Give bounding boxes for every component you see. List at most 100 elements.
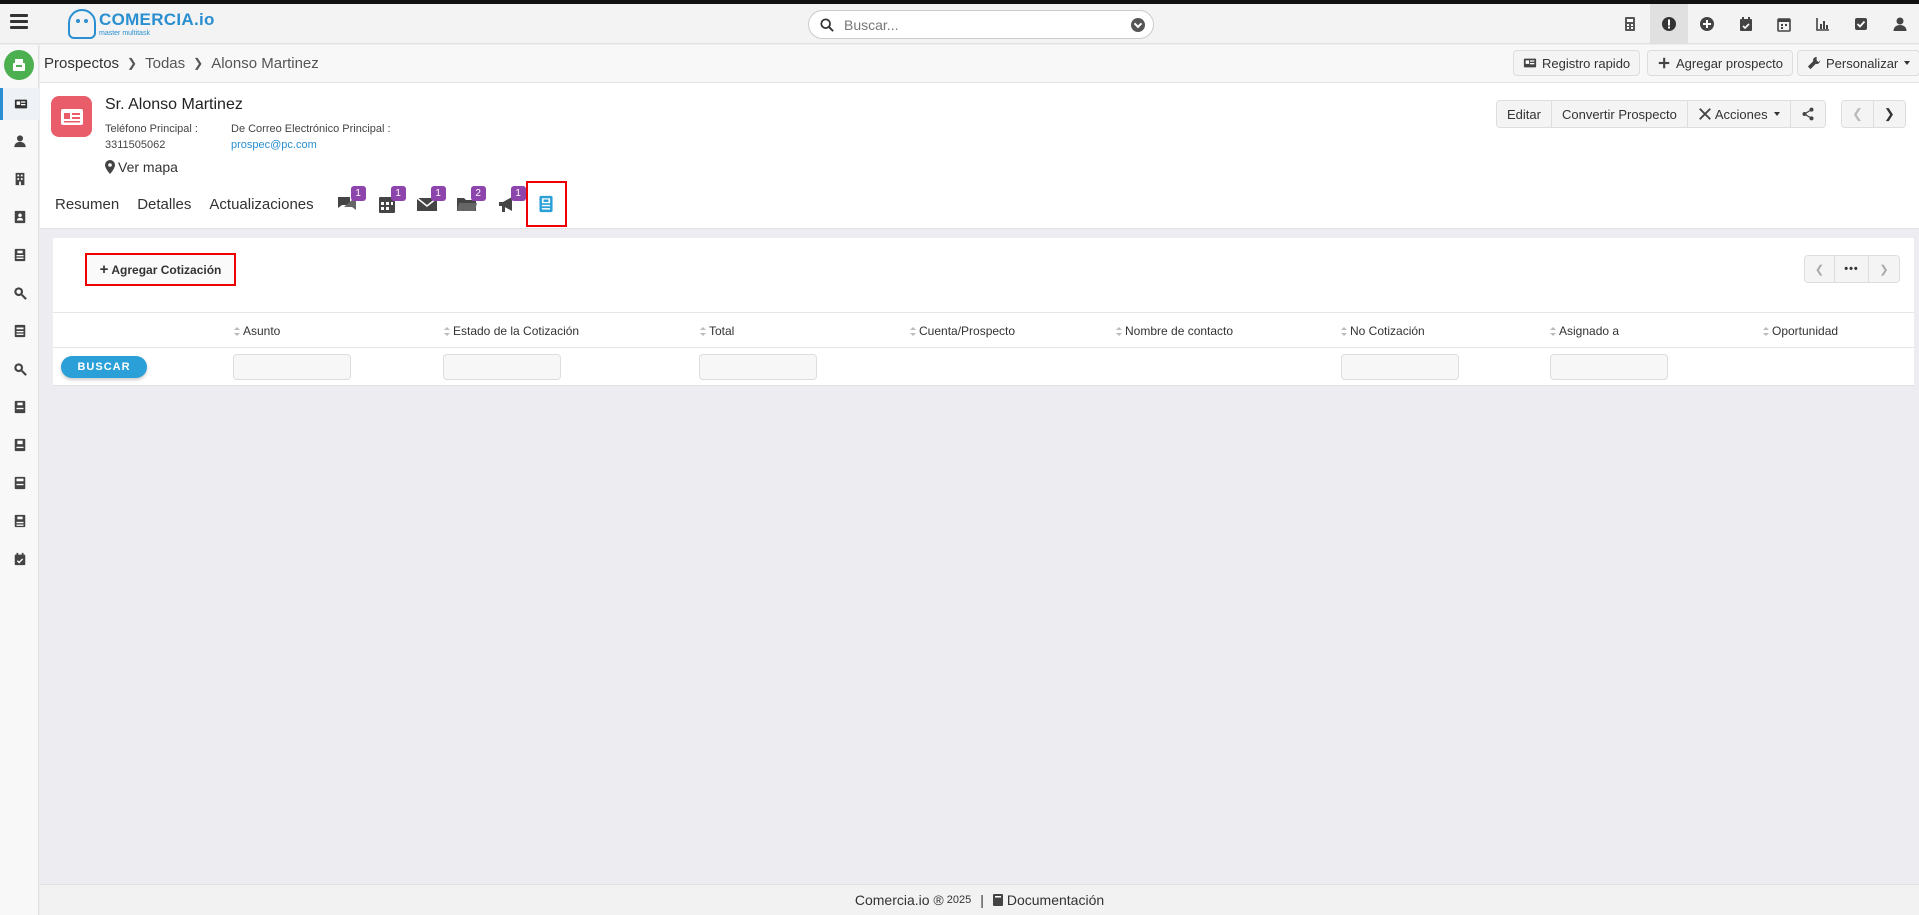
edit-button[interactable]: Editar bbox=[1497, 101, 1552, 127]
actions-label: Acciones bbox=[1714, 106, 1768, 122]
email-link[interactable]: prospec@pc.com bbox=[231, 139, 317, 151]
prospect-card-icon bbox=[51, 96, 92, 137]
calendar-check-icon[interactable] bbox=[1727, 4, 1766, 44]
plus-circle-icon[interactable] bbox=[1688, 4, 1727, 44]
tab-emails[interactable]: 1 bbox=[412, 186, 446, 219]
sidebar-item-contact-card[interactable] bbox=[0, 201, 39, 233]
previous-record-button[interactable]: ❮ bbox=[1842, 101, 1874, 127]
filter-total-input[interactable] bbox=[699, 354, 817, 380]
share-button[interactable] bbox=[1790, 101, 1825, 127]
breadcrumb-root[interactable]: Prospectos bbox=[44, 55, 119, 72]
col-quote-status[interactable]: Estado de la Cotización bbox=[444, 313, 579, 349]
sidebar-item-credit-notes[interactable] bbox=[0, 467, 39, 499]
tab-documents[interactable]: 2 bbox=[452, 186, 486, 219]
view-map-label: Ver mapa bbox=[118, 159, 178, 175]
breadcrumb-filter[interactable]: Todas bbox=[145, 55, 185, 72]
chart-icon[interactable] bbox=[1804, 4, 1843, 44]
col-subject[interactable]: Asunto bbox=[234, 313, 280, 349]
documents-count-badge: 2 bbox=[470, 186, 486, 201]
customize-label: Personalizar bbox=[1826, 55, 1899, 71]
view-map-link[interactable]: Ver mapa bbox=[105, 159, 178, 175]
filter-quote-status-input[interactable] bbox=[443, 354, 561, 380]
tab-details[interactable]: Detalles bbox=[137, 196, 191, 213]
global-search bbox=[808, 10, 1154, 39]
col-assigned-to[interactable]: Asignado a bbox=[1550, 313, 1619, 349]
logo[interactable]: COMERCIA.io master multitask bbox=[68, 8, 215, 40]
col-opportunity[interactable]: Oportunidad bbox=[1763, 313, 1838, 349]
sort-icon bbox=[910, 326, 916, 336]
alert-icon[interactable] bbox=[1649, 4, 1688, 44]
sidebar bbox=[0, 45, 39, 915]
tab-calendar[interactable]: 1 bbox=[372, 186, 406, 219]
actions-dropdown[interactable]: Acciones bbox=[1687, 101, 1791, 127]
filter-row: BUSCAR bbox=[53, 348, 1914, 386]
sidebar-item-prospects[interactable] bbox=[0, 88, 39, 120]
phone-label: Teléfono Principal : bbox=[105, 123, 198, 135]
sidebar-item-tickets[interactable] bbox=[0, 505, 39, 537]
sidebar-item-accounts[interactable] bbox=[0, 163, 39, 195]
search-button[interactable]: BUSCAR bbox=[61, 356, 147, 378]
tab-quotes[interactable] bbox=[525, 181, 567, 227]
col-total[interactable]: Total bbox=[700, 313, 734, 349]
record-name: Sr. Alonso Martinez bbox=[105, 96, 243, 113]
sidebar-item-contacts[interactable] bbox=[0, 125, 39, 157]
col-assigned-to-label: Asignado a bbox=[1559, 324, 1620, 338]
menu-icon[interactable] bbox=[10, 14, 28, 30]
sort-icon bbox=[234, 326, 240, 336]
customize-button[interactable]: Personalizar bbox=[1797, 50, 1919, 76]
sidebar-item-payments[interactable] bbox=[0, 429, 39, 461]
chevron-right-icon: ❯ bbox=[193, 56, 204, 70]
cash-register-icon[interactable] bbox=[4, 50, 34, 80]
sidebar-item-orders[interactable] bbox=[0, 315, 39, 347]
top-bar: COMERCIA.io master multitask bbox=[0, 4, 1919, 44]
filter-subject-input[interactable] bbox=[233, 354, 351, 380]
user-icon[interactable] bbox=[1881, 4, 1919, 44]
col-contact-name-label: Nombre de contacto bbox=[1125, 324, 1234, 338]
calculator-icon[interactable] bbox=[1611, 4, 1650, 44]
sidebar-item-tasks[interactable] bbox=[0, 543, 39, 575]
sidebar-item-search-orders[interactable] bbox=[0, 353, 39, 385]
chevron-right-icon: ❯ bbox=[127, 56, 138, 70]
sort-icon bbox=[1763, 326, 1769, 336]
tab-campaigns[interactable]: 1 bbox=[492, 186, 526, 219]
sort-icon bbox=[1341, 326, 1347, 336]
sidebar-item-invoices[interactable] bbox=[0, 391, 39, 423]
previous-page-button[interactable]: ❮ bbox=[1805, 256, 1835, 282]
sidebar-item-search-doc[interactable] bbox=[0, 277, 39, 309]
sidebar-item-quotes[interactable] bbox=[0, 239, 39, 271]
footer-separator: | bbox=[980, 892, 984, 908]
id-card-icon bbox=[1523, 58, 1537, 68]
more-options-button[interactable]: ••• bbox=[1835, 256, 1869, 282]
breadcrumb-current: Alonso Martinez bbox=[211, 54, 319, 72]
convert-prospect-button[interactable]: Convertir Prospecto bbox=[1551, 101, 1688, 127]
next-page-button[interactable]: ❯ bbox=[1869, 256, 1899, 282]
tab-updates[interactable]: Actualizaciones bbox=[209, 196, 313, 213]
quote-document-icon bbox=[539, 195, 553, 213]
sort-icon bbox=[1550, 326, 1556, 336]
add-prospect-label: Agregar prospecto bbox=[1676, 55, 1783, 71]
documentation-link[interactable]: Documentación bbox=[1007, 892, 1104, 908]
add-quote-button[interactable]: + Agregar Cotización bbox=[85, 253, 236, 286]
col-quote-number[interactable]: No Cotización bbox=[1341, 313, 1425, 349]
comments-count-badge: 1 bbox=[350, 186, 366, 201]
phone-value: 3311505062 bbox=[105, 139, 166, 151]
calendar-icon[interactable] bbox=[1765, 4, 1804, 44]
col-account-prospect[interactable]: Cuenta/Prospecto bbox=[910, 313, 1015, 349]
add-prospect-button[interactable]: Agregar prospecto bbox=[1647, 50, 1793, 76]
search-options-icon[interactable] bbox=[1131, 18, 1145, 32]
filter-quote-number-input[interactable] bbox=[1341, 354, 1459, 380]
quotes-panel: + Agregar Cotización ❮ ••• ❯ Asunto Esta… bbox=[53, 238, 1914, 386]
quick-register-label: Registro rapido bbox=[1542, 55, 1631, 71]
sort-icon bbox=[444, 326, 450, 336]
next-record-button[interactable]: ❯ bbox=[1873, 101, 1905, 127]
share-icon bbox=[1802, 107, 1814, 121]
tab-summary[interactable]: Resumen bbox=[55, 196, 119, 213]
filter-assigned-to-input[interactable] bbox=[1550, 354, 1668, 380]
quick-register-button[interactable]: Registro rapido bbox=[1513, 50, 1641, 76]
footer-year: 2025 bbox=[946, 894, 972, 906]
checkbox-icon[interactable] bbox=[1842, 4, 1881, 44]
col-contact-name[interactable]: Nombre de contacto bbox=[1116, 313, 1233, 349]
tab-comments[interactable]: 1 bbox=[332, 186, 366, 219]
search-input[interactable] bbox=[844, 16, 1104, 33]
calendar-count-badge: 1 bbox=[390, 186, 406, 201]
